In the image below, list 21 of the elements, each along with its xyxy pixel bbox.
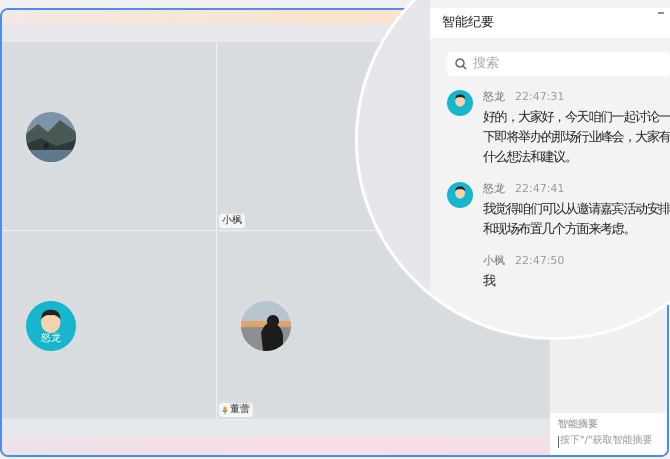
microphone-icon <box>222 406 228 414</box>
search-icon <box>455 58 467 70</box>
summary-label: 智能摘要 <box>558 420 599 430</box>
search-field[interactable]: 搜索 <box>447 52 670 76</box>
person-icon <box>452 93 468 108</box>
sender-name: 怒龙 <box>483 180 505 197</box>
participant-name: 董蕾 <box>230 405 250 415</box>
minimize-icon[interactable] <box>658 12 664 14</box>
person-icon <box>452 185 468 200</box>
message-text: 我 <box>483 273 496 291</box>
input-field[interactable]: 按下"/"获取智能摘要 <box>558 436 659 448</box>
message-text: 我觉得咱们可以从邀请嘉宾活动安排和现场布置几个方面来考虑。 <box>483 201 670 239</box>
participant-name: 小枫 <box>222 216 242 226</box>
sender-name: 怒龙 <box>483 88 505 105</box>
message-text: 好的，大家好，今天咱们一起讨论一下即将举办的那场行业峰会，大家有什么想法和建议。 <box>483 109 670 167</box>
message-time: 22:47:41 <box>515 180 564 197</box>
sender-name: 小枫 <box>483 252 505 269</box>
message-time: 22:47:50 <box>515 252 564 269</box>
message-time: 22:47:31 <box>515 88 564 105</box>
avatar-label: 怒龙 <box>41 334 61 344</box>
panel-title: 智能纪要 <box>442 14 494 32</box>
